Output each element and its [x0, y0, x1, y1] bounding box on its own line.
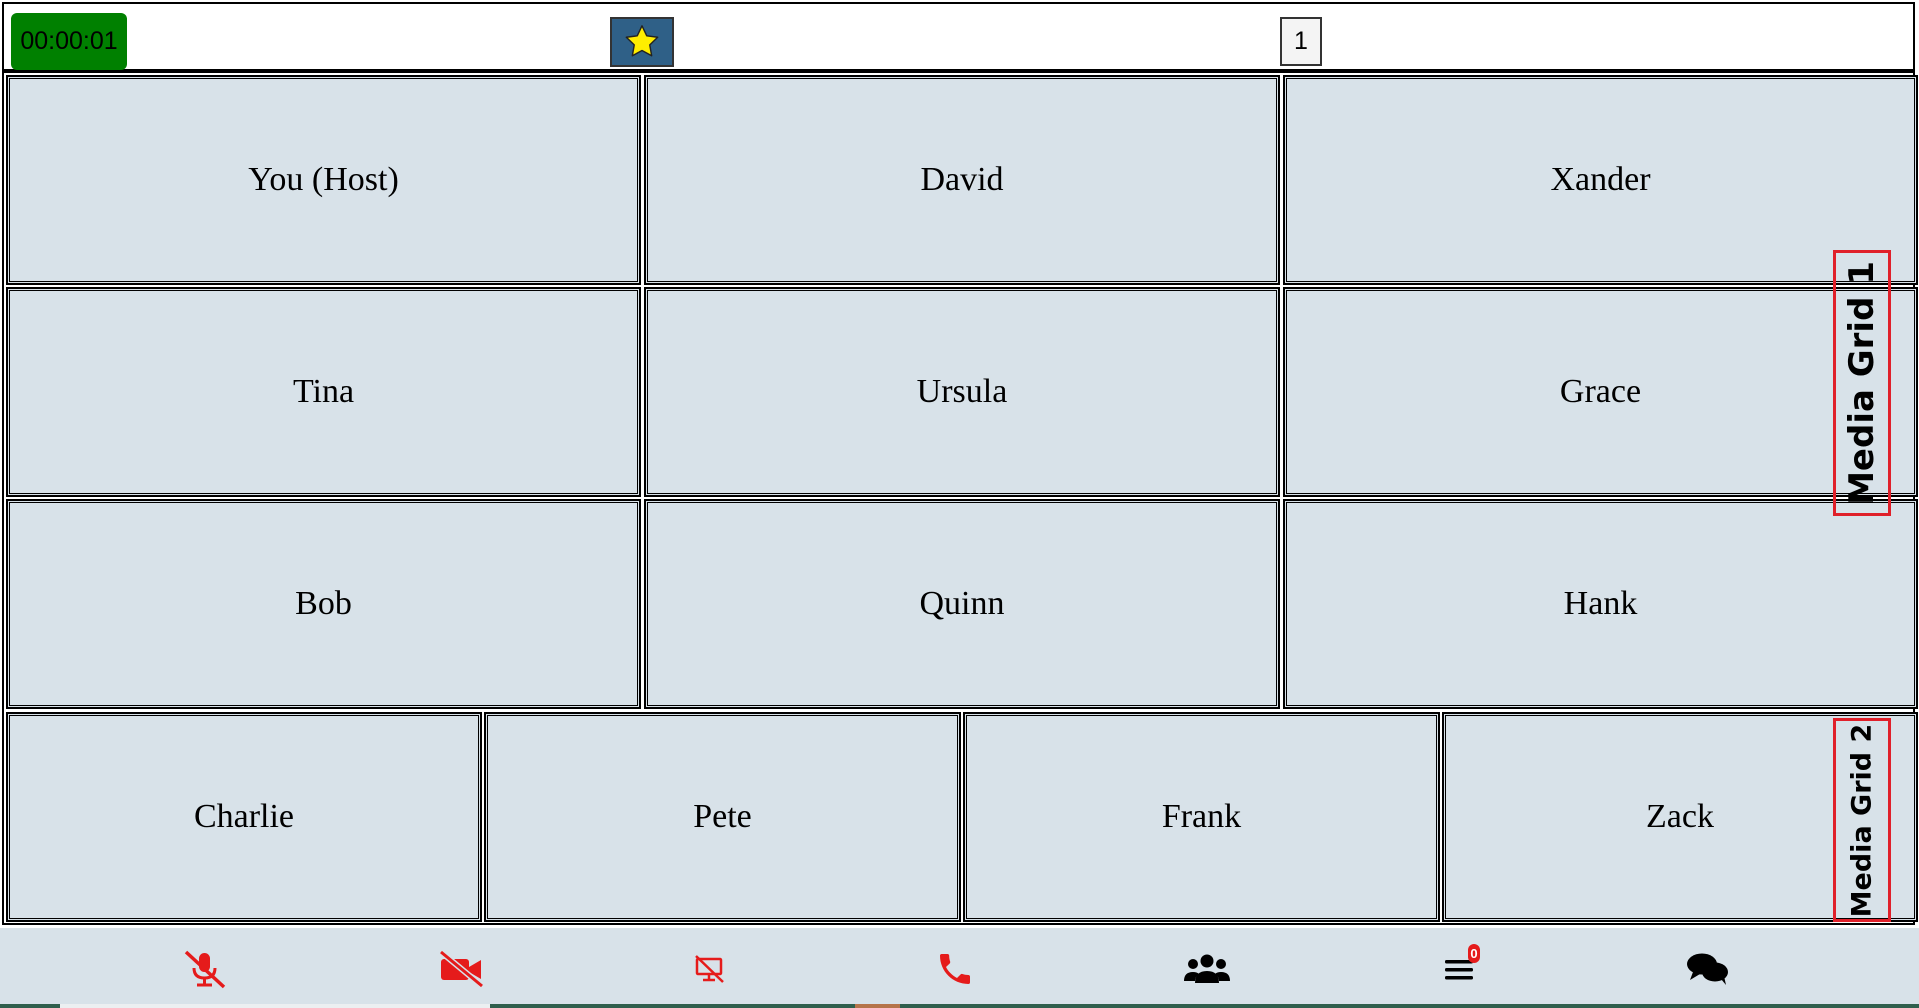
control-bar: 0	[0, 928, 1919, 1008]
participants-button[interactable]	[1183, 946, 1231, 992]
participant-name: Ursula	[916, 373, 1008, 410]
media-grid-2-label: Media Grid 2	[1833, 718, 1891, 922]
participant-name: You (Host)	[248, 161, 399, 198]
end-call-button[interactable]	[931, 946, 979, 992]
menu-button[interactable]: 0	[1436, 944, 1484, 992]
phone-end-icon	[940, 954, 970, 984]
participant-tile[interactable]: Ursula	[644, 287, 1280, 497]
meeting-timer: 00:00:01	[11, 13, 127, 70]
top-bar: 00:00:01 1	[2, 2, 1915, 71]
chat-icon	[1687, 953, 1728, 985]
bottom-strip-left	[0, 1004, 60, 1008]
bottom-strip-accent	[855, 1004, 900, 1008]
participant-name: Quinn	[919, 585, 1005, 622]
media-grid-2-label-text: Media Grid 2	[1846, 723, 1878, 917]
screen-share-off-icon	[695, 955, 724, 983]
mute-microphone-button[interactable]	[180, 946, 228, 992]
participant-name: Grace	[1559, 373, 1642, 410]
participant-tile[interactable]: David	[644, 75, 1280, 285]
participant-name: Hank	[1563, 585, 1638, 622]
bottom-strip-light	[60, 1004, 490, 1008]
participant-name: Frank	[1161, 798, 1242, 835]
participant-name: Bob	[295, 585, 352, 622]
participant-name: Tina	[292, 373, 355, 410]
participant-tile[interactable]: You (Host)	[6, 75, 641, 285]
participant-tile[interactable]: Charlie	[6, 712, 482, 922]
media-grid-1-label-text: Media Grid 1	[1842, 261, 1883, 505]
participant-name: Pete	[693, 798, 752, 835]
participant-tile[interactable]: Tina	[6, 287, 641, 497]
participant-tile[interactable]: Frank	[963, 712, 1440, 922]
media-grid-1-label: Media Grid 1	[1833, 250, 1891, 516]
video-off-icon	[439, 950, 484, 988]
participant-tile[interactable]: Quinn	[644, 499, 1280, 709]
participant-tile[interactable]: Bob	[6, 499, 641, 709]
participant-tile[interactable]: Pete	[484, 712, 961, 922]
participant-name: Charlie	[193, 798, 295, 835]
page-number-badge[interactable]: 1	[1280, 17, 1322, 66]
media-grid-area: You (Host) David Xander Tina Ursula Grac…	[2, 71, 1918, 925]
participants-icon	[1184, 954, 1230, 983]
star-button[interactable]	[610, 17, 674, 67]
participant-name: Zack	[1646, 798, 1714, 835]
microphone-muted-icon	[184, 950, 226, 989]
chat-button[interactable]	[1684, 946, 1732, 992]
menu-badge: 0	[1468, 944, 1480, 963]
participant-tile[interactable]: Xander	[1283, 75, 1918, 285]
screen-share-button[interactable]	[686, 946, 734, 992]
video-toggle-button[interactable]	[437, 946, 485, 992]
participant-tile[interactable]: Grace	[1283, 287, 1918, 497]
participant-tile[interactable]: Hank	[1283, 499, 1918, 709]
bottom-strip-right	[900, 1004, 1919, 1008]
participant-name: Xander	[1550, 161, 1651, 198]
participant-name: David	[920, 161, 1004, 198]
star-icon	[625, 25, 659, 57]
bottom-strip-mid	[490, 1004, 855, 1008]
